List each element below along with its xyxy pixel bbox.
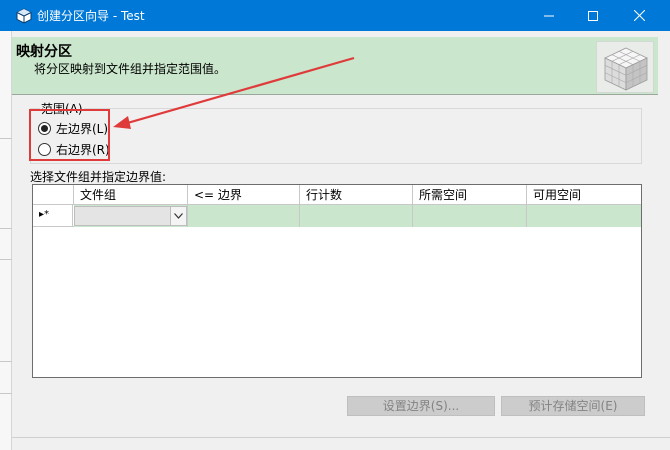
grid-header: 文件组 <= 边界 行计数 所需空间 可用空间 (33, 185, 641, 205)
column-header-filegroup[interactable]: 文件组 (74, 185, 188, 205)
header-banner: 映射分区 将分区映射到文件组并指定范围值。 (12, 37, 658, 95)
page-title: 映射分区 (16, 44, 72, 60)
set-boundaries-button[interactable]: 设置边界(S)... (347, 396, 495, 416)
close-icon (633, 10, 645, 21)
cell-boundary[interactable] (188, 205, 300, 227)
cell-row-count (300, 205, 413, 227)
partition-cube-logo (596, 41, 654, 93)
cell-required-space (413, 205, 527, 227)
maximize-button[interactable] (570, 0, 616, 31)
divider (12, 437, 670, 438)
range-group (30, 108, 642, 164)
column-header-boundary[interactable]: <= 边界 (188, 185, 300, 205)
filegroup-dropdown[interactable] (74, 206, 187, 226)
window-title: 创建分区向导 - Test (37, 9, 145, 23)
column-header-required-space[interactable]: 所需空间 (413, 185, 527, 205)
title-bar: 创建分区向导 - Test (0, 0, 670, 31)
column-header-available-space[interactable]: 可用空间 (527, 185, 641, 205)
chevron-down-icon[interactable] (170, 207, 186, 225)
minimize-button[interactable] (526, 0, 572, 31)
close-button[interactable] (616, 0, 662, 31)
cell-available-space (527, 205, 641, 227)
filegroup-grid[interactable]: 文件组 <= 边界 行计数 所需空间 可用空间 ▸* (32, 184, 642, 378)
page-subtitle: 将分区映射到文件组并指定范围值。 (34, 62, 227, 76)
new-row-marker: ▸* (39, 209, 50, 220)
new-row-selector[interactable]: ▸* (33, 205, 73, 227)
grid-label: 选择文件组并指定边界值: (30, 170, 167, 184)
wizard-cube-icon[interactable] (16, 8, 32, 24)
minimize-icon (544, 15, 554, 16)
background-window-edge (0, 31, 12, 450)
annotation-highlight-box (29, 109, 110, 161)
column-header-row-count[interactable]: 行计数 (300, 185, 413, 205)
wizard-page: 映射分区 将分区映射到文件组并指定范围值。 范围(A) 左边界(L) 右边界(R… (12, 31, 670, 450)
estimate-storage-button[interactable]: 预计存储空间(E) (501, 396, 645, 416)
maximize-icon (588, 10, 598, 21)
column-header-selector (33, 185, 74, 205)
